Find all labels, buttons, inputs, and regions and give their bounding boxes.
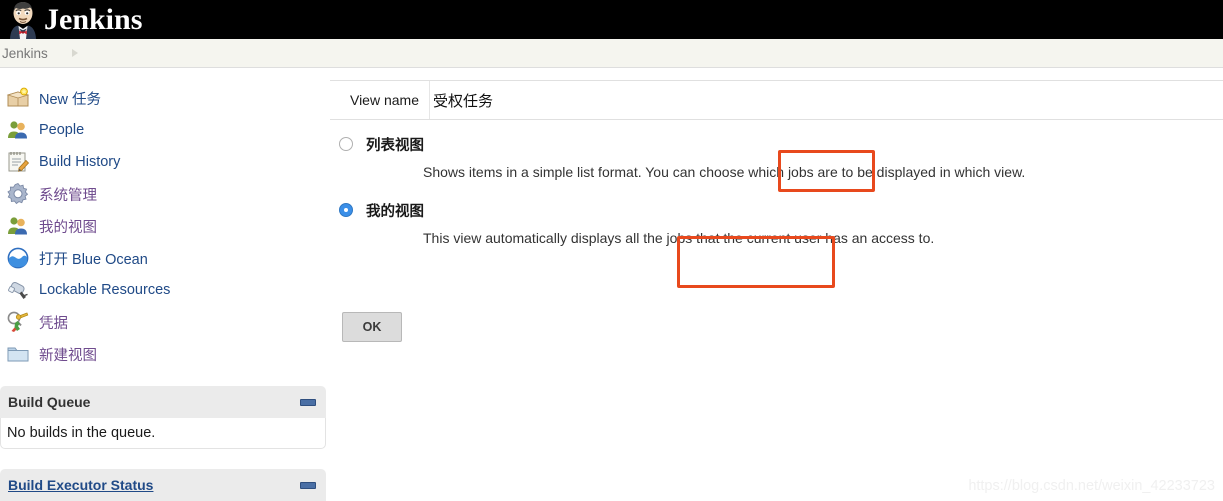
build-executor-panel: Build Executor Status [0,469,326,501]
build-queue-title: Build Queue [8,394,91,410]
sidebar-item-lockable-resources[interactable]: Lockable Resources [0,274,330,306]
radio-description: This view automatically displays all the… [423,230,935,246]
sidebar-item-new-item[interactable]: New 任务 [0,82,330,114]
sidebar-item-label: 新建视图 [39,347,97,364]
view-name-label: View name [349,92,419,108]
sidebar-item-manage-jenkins[interactable]: 系统管理 [0,178,330,210]
brand-title: Jenkins [44,3,143,36]
radio-description: Shows items in a simple list format. You… [423,164,1026,180]
view-name-input[interactable] [429,81,1223,119]
build-queue-empty-text: No builds in the queue. [0,418,326,449]
sidebar-item-credentials[interactable]: 凭据 [0,306,330,338]
build-queue-panel: Build Queue No builds in the queue. [0,386,326,449]
sidebar-item-label: 打开 Blue Ocean [39,251,148,268]
credentials-key-icon [6,310,30,334]
view-type-option-myview: 我的视图 This view automatically displays al… [330,199,1223,246]
sidebar-item-blue-ocean[interactable]: 打开 Blue Ocean [0,242,330,274]
build-queue-header: Build Queue [0,386,326,418]
sidebar-item-build-history[interactable]: Build History [0,146,330,178]
collapse-icon[interactable] [300,398,316,406]
people-icon [6,118,30,142]
radio-label: 我的视图 [366,203,424,220]
my-views-people-icon [6,214,30,238]
sidebar-item-label: New 任务 [39,91,102,108]
main-content: View name 列表视图 Shows items in a simple l… [330,68,1223,500]
radio-list-view[interactable] [339,137,353,151]
lockable-resources-icon [6,278,30,302]
jenkins-butler-icon [6,0,40,39]
build-executor-title-link[interactable]: Build Executor Status [8,477,300,493]
build-executor-header: Build Executor Status [0,469,326,501]
new-item-box-icon [6,86,30,110]
gear-icon [6,182,30,206]
view-name-row: View name [330,80,1223,120]
sidebar-item-my-views[interactable]: 我的视图 [0,210,330,242]
collapse-icon[interactable] [300,481,316,489]
radio-row-list-view[interactable]: 列表视图 [330,133,1223,155]
sidebar-item-label: 我的视图 [39,219,97,236]
radio-label: 列表视图 [366,137,424,154]
sidebar-item-label: Build History [39,154,121,170]
folder-icon [6,342,30,366]
sidebar-item-new-view[interactable]: 新建视图 [0,338,330,370]
sidebar: New 任务 People Build History 系统管理 我的视图 打开… [0,68,330,501]
blue-ocean-icon [6,246,30,270]
view-type-radio-group: 列表视图 Shows items in a simple list format… [330,133,1223,246]
sidebar-item-label: People [39,122,85,138]
breadcrumb-item-jenkins[interactable]: Jenkins [0,46,48,61]
view-type-option-list: 列表视图 Shows items in a simple list format… [330,133,1223,180]
app-header: Jenkins [0,0,1223,39]
jenkins-home-link[interactable]: Jenkins [0,0,142,39]
radio-my-view[interactable] [339,203,353,217]
sidebar-nav: New 任务 People Build History 系统管理 我的视图 打开… [0,68,330,370]
chevron-right-icon [71,49,78,57]
radio-row-my-view[interactable]: 我的视图 [330,199,1223,221]
sidebar-item-label: 系统管理 [39,187,97,204]
build-history-notepad-icon [6,150,30,174]
breadcrumb: Jenkins [0,39,1223,68]
ok-button[interactable]: OK [342,312,402,342]
watermark-text: https://blog.csdn.net/weixin_42233723 [968,478,1215,494]
sidebar-item-people[interactable]: People [0,114,330,146]
new-view-form: View name 列表视图 Shows items in a simple l… [330,80,1223,265]
sidebar-item-label: 凭据 [39,315,68,332]
sidebar-item-label: Lockable Resources [39,282,171,298]
